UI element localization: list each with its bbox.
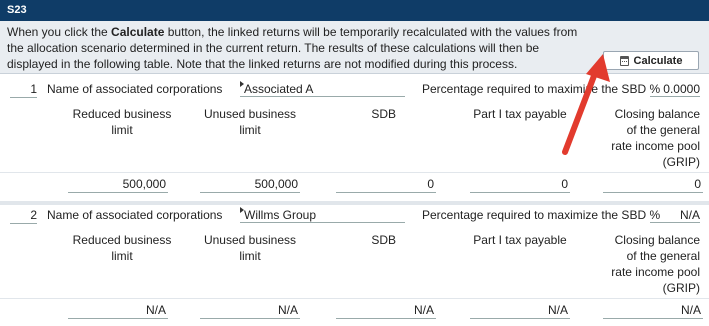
- corporation-block-1: 1 Name of associated corporations Associ…: [0, 75, 709, 201]
- section-code: S23: [7, 4, 27, 16]
- sbd-percentage-label: Percentage required to maximize the SBD …: [422, 82, 661, 96]
- corporation-name-field[interactable]: Willms Group: [240, 207, 405, 223]
- column-header-unused-business-limit: Unused business limit: [203, 233, 297, 263]
- divider: [0, 172, 709, 173]
- sbd-percentage-label: Percentage required to maximize the SBD …: [422, 208, 661, 222]
- divider: [0, 298, 709, 299]
- grip-value[interactable]: 0: [603, 176, 703, 193]
- info-panel: When you click the Calculate button, the…: [0, 21, 709, 74]
- calculate-button[interactable]: Calculate: [603, 51, 699, 70]
- sbd-percentage-field[interactable]: N/A: [650, 207, 700, 223]
- corporation-name-value: Associated A: [244, 82, 314, 96]
- corporation-index: 2: [10, 207, 37, 224]
- reduced-business-limit-value[interactable]: 500,000: [68, 176, 168, 193]
- reduced-business-limit-value[interactable]: N/A: [68, 302, 168, 319]
- column-header-reduced-business-limit: Reduced business limit: [72, 107, 172, 137]
- unused-business-limit-value[interactable]: N/A: [200, 302, 300, 319]
- info-text: When you click the Calculate button, the…: [7, 24, 592, 72]
- column-header-part1-tax: Part I tax payable: [473, 107, 567, 121]
- corporation-name-value: Willms Group: [244, 208, 317, 222]
- corporation-name-label: Name of associated corporations: [47, 82, 223, 96]
- part1-tax-value[interactable]: N/A: [470, 302, 570, 319]
- info-text-bold: Calculate: [111, 25, 165, 39]
- column-header-reduced-business-limit: Reduced business limit: [72, 233, 172, 263]
- corporation-block-2: 2 Name of associated corporations Willms…: [0, 201, 709, 326]
- part1-tax-value[interactable]: 0: [470, 176, 570, 193]
- info-text-start: When you click the: [7, 25, 112, 39]
- column-header-unused-business-limit: Unused business limit: [203, 107, 297, 137]
- column-header-sdb: SDB: [371, 107, 396, 121]
- calculator-icon: [619, 55, 629, 66]
- column-header-sdb: SDB: [371, 233, 396, 247]
- section-header: S23: [0, 0, 709, 21]
- sdb-value[interactable]: N/A: [336, 302, 436, 319]
- unused-business-limit-value[interactable]: 500,000: [200, 176, 300, 193]
- column-header-part1-tax: Part I tax payable: [473, 233, 567, 247]
- column-header-grip: Closing balance of the general rate inco…: [611, 233, 700, 295]
- corporation-name-label: Name of associated corporations: [47, 208, 223, 222]
- column-header-grip: Closing balance of the general rate inco…: [611, 107, 700, 169]
- sbd-percentage-field[interactable]: 0.0000: [650, 81, 700, 97]
- corporation-name-field[interactable]: Associated A: [240, 81, 405, 97]
- calculate-button-label: Calculate: [633, 54, 683, 67]
- grip-value[interactable]: N/A: [603, 302, 703, 319]
- corporation-index: 1: [10, 81, 37, 98]
- sdb-value[interactable]: 0: [336, 176, 436, 193]
